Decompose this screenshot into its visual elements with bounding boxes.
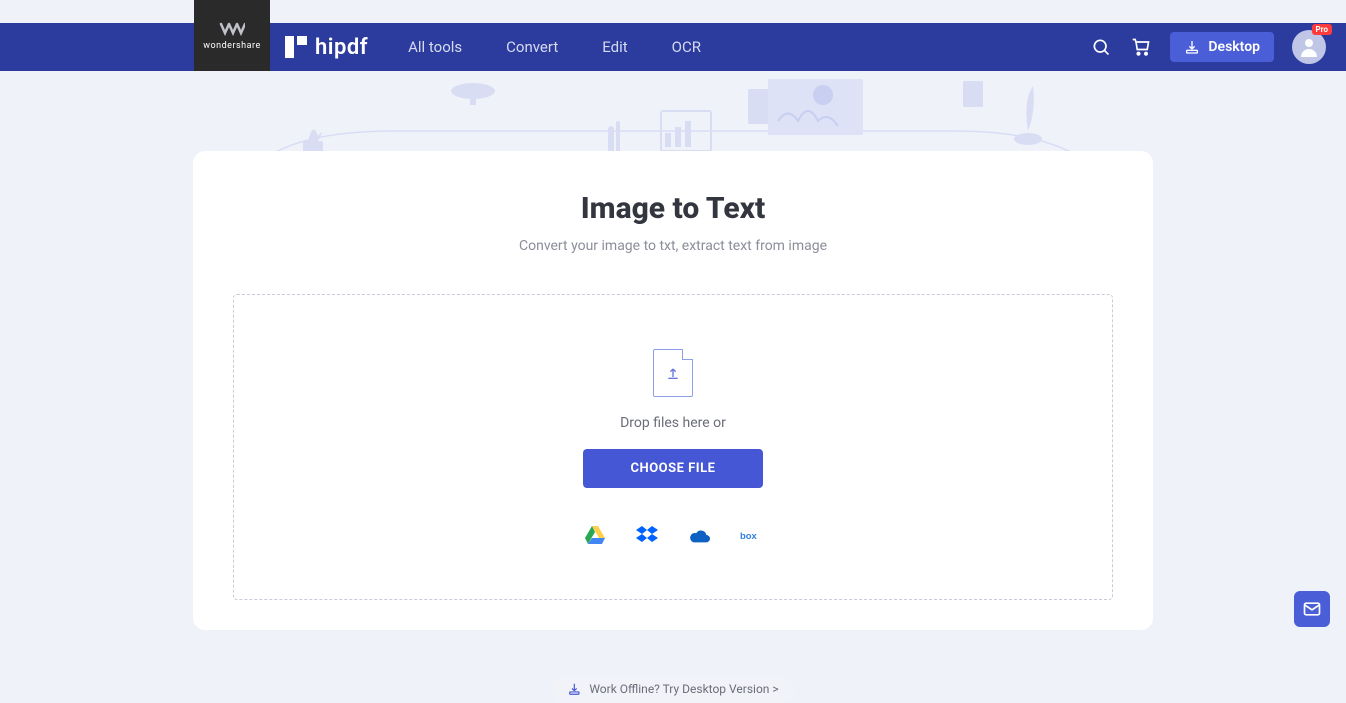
offline-cta-label: Work Offline? Try Desktop Version > [589,682,778,696]
download-icon [1184,39,1200,55]
hipdf-logo[interactable]: hipdf [285,35,368,60]
wondershare-brand[interactable]: wondershare [194,0,270,71]
hipdf-logo-icon [285,36,307,58]
dropbox-icon[interactable] [636,524,658,546]
page-subtitle: Convert your image to txt, extract text … [233,238,1113,254]
svg-text:box: box [740,529,757,540]
desktop-button[interactable]: Desktop [1170,32,1274,62]
drop-text: Drop files here or [620,415,726,431]
pro-badge: Pro [1312,24,1332,35]
avatar-icon [1297,35,1321,59]
wondershare-label: wondershare [203,41,261,51]
wondershare-logo-icon [219,21,245,37]
nav-right: Desktop Pro [1090,30,1326,64]
dropzone[interactable]: Drop files here or CHOOSE FILE box [233,294,1113,600]
offline-cta[interactable]: Work Offline? Try Desktop Version > [551,675,794,703]
feedback-mail-button[interactable] [1294,591,1330,627]
nav-link-all-tools[interactable]: All tools [408,38,462,56]
page-title: Image to Text [233,191,1113,226]
nav-link-edit[interactable]: Edit [602,38,627,56]
main-card: Image to Text Convert your image to txt,… [193,151,1153,630]
upload-file-icon [653,349,693,397]
mail-icon [1302,599,1322,619]
cloud-sources-row: box [584,524,762,546]
cart-icon[interactable] [1130,36,1152,58]
download-small-icon [567,682,581,696]
box-icon[interactable]: box [740,524,762,546]
navbar: wondershare hipdf All tools Convert Edit… [0,23,1346,71]
nav-link-ocr[interactable]: OCR [672,38,701,56]
avatar[interactable]: Pro [1292,30,1326,64]
hero: Image to Text Convert your image to txt,… [0,71,1346,647]
onedrive-icon[interactable] [688,524,710,546]
desktop-button-label: Desktop [1208,39,1260,55]
choose-file-button[interactable]: CHOOSE FILE [583,449,764,488]
nav-links: All tools Convert Edit OCR [408,38,701,56]
google-drive-icon[interactable] [584,524,606,546]
hipdf-logo-text: hipdf [315,35,368,60]
nav-link-convert[interactable]: Convert [506,38,558,56]
search-icon[interactable] [1090,36,1112,58]
